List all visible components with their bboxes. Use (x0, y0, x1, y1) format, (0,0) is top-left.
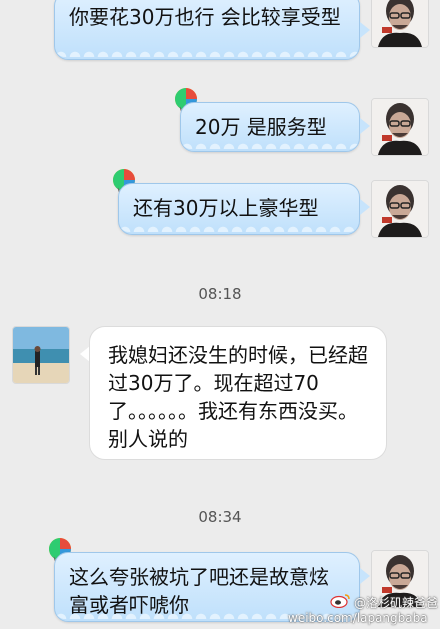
bubble-tail (360, 118, 370, 134)
avatar-image (372, 0, 428, 47)
watermark-handle: @洛杉矶辣爸爸 (354, 596, 439, 610)
bubble-tail (360, 22, 370, 38)
message-bubble-received[interactable]: 我媳妇还没生的时候，已经超过30万了。现在超过70了。。。。。。我还有东西没买。… (89, 326, 387, 460)
avatar-me[interactable] (371, 180, 429, 238)
message-bubble-sent[interactable]: 还有30万以上豪华型 (118, 183, 360, 235)
bubble-tail (360, 199, 370, 215)
watermark-url: weibo.com/lapangbaba (288, 611, 428, 625)
message-text: 还有30万以上豪华型 (133, 196, 319, 220)
message-timestamp: 08:34 (198, 508, 242, 526)
message-text: 我媳妇还没生的时候，已经超过30万了。现在超过70了。。。。。。我还有东西没买。… (108, 343, 368, 451)
avatar-me[interactable] (371, 0, 429, 48)
avatar-image (372, 99, 428, 155)
message-bubble-sent[interactable]: 你要花30万也行 会比较享受型 (54, 0, 360, 60)
avatar-contact[interactable] (12, 326, 70, 384)
avatar-image (372, 181, 428, 237)
weibo-logo-icon (330, 594, 350, 608)
message-timestamp: 08:18 (198, 285, 242, 303)
bubble-tail (360, 568, 370, 584)
message-bubble-sent[interactable]: 20万 是服务型 (180, 102, 360, 152)
message-text: 这么夸张被坑了吧还是故意炫富或者吓唬你 (69, 565, 329, 617)
avatar-me[interactable] (371, 98, 429, 156)
message-text: 20万 是服务型 (195, 115, 327, 139)
avatar-image (13, 327, 69, 383)
message-text: 你要花30万也行 会比较享受型 (69, 5, 341, 29)
